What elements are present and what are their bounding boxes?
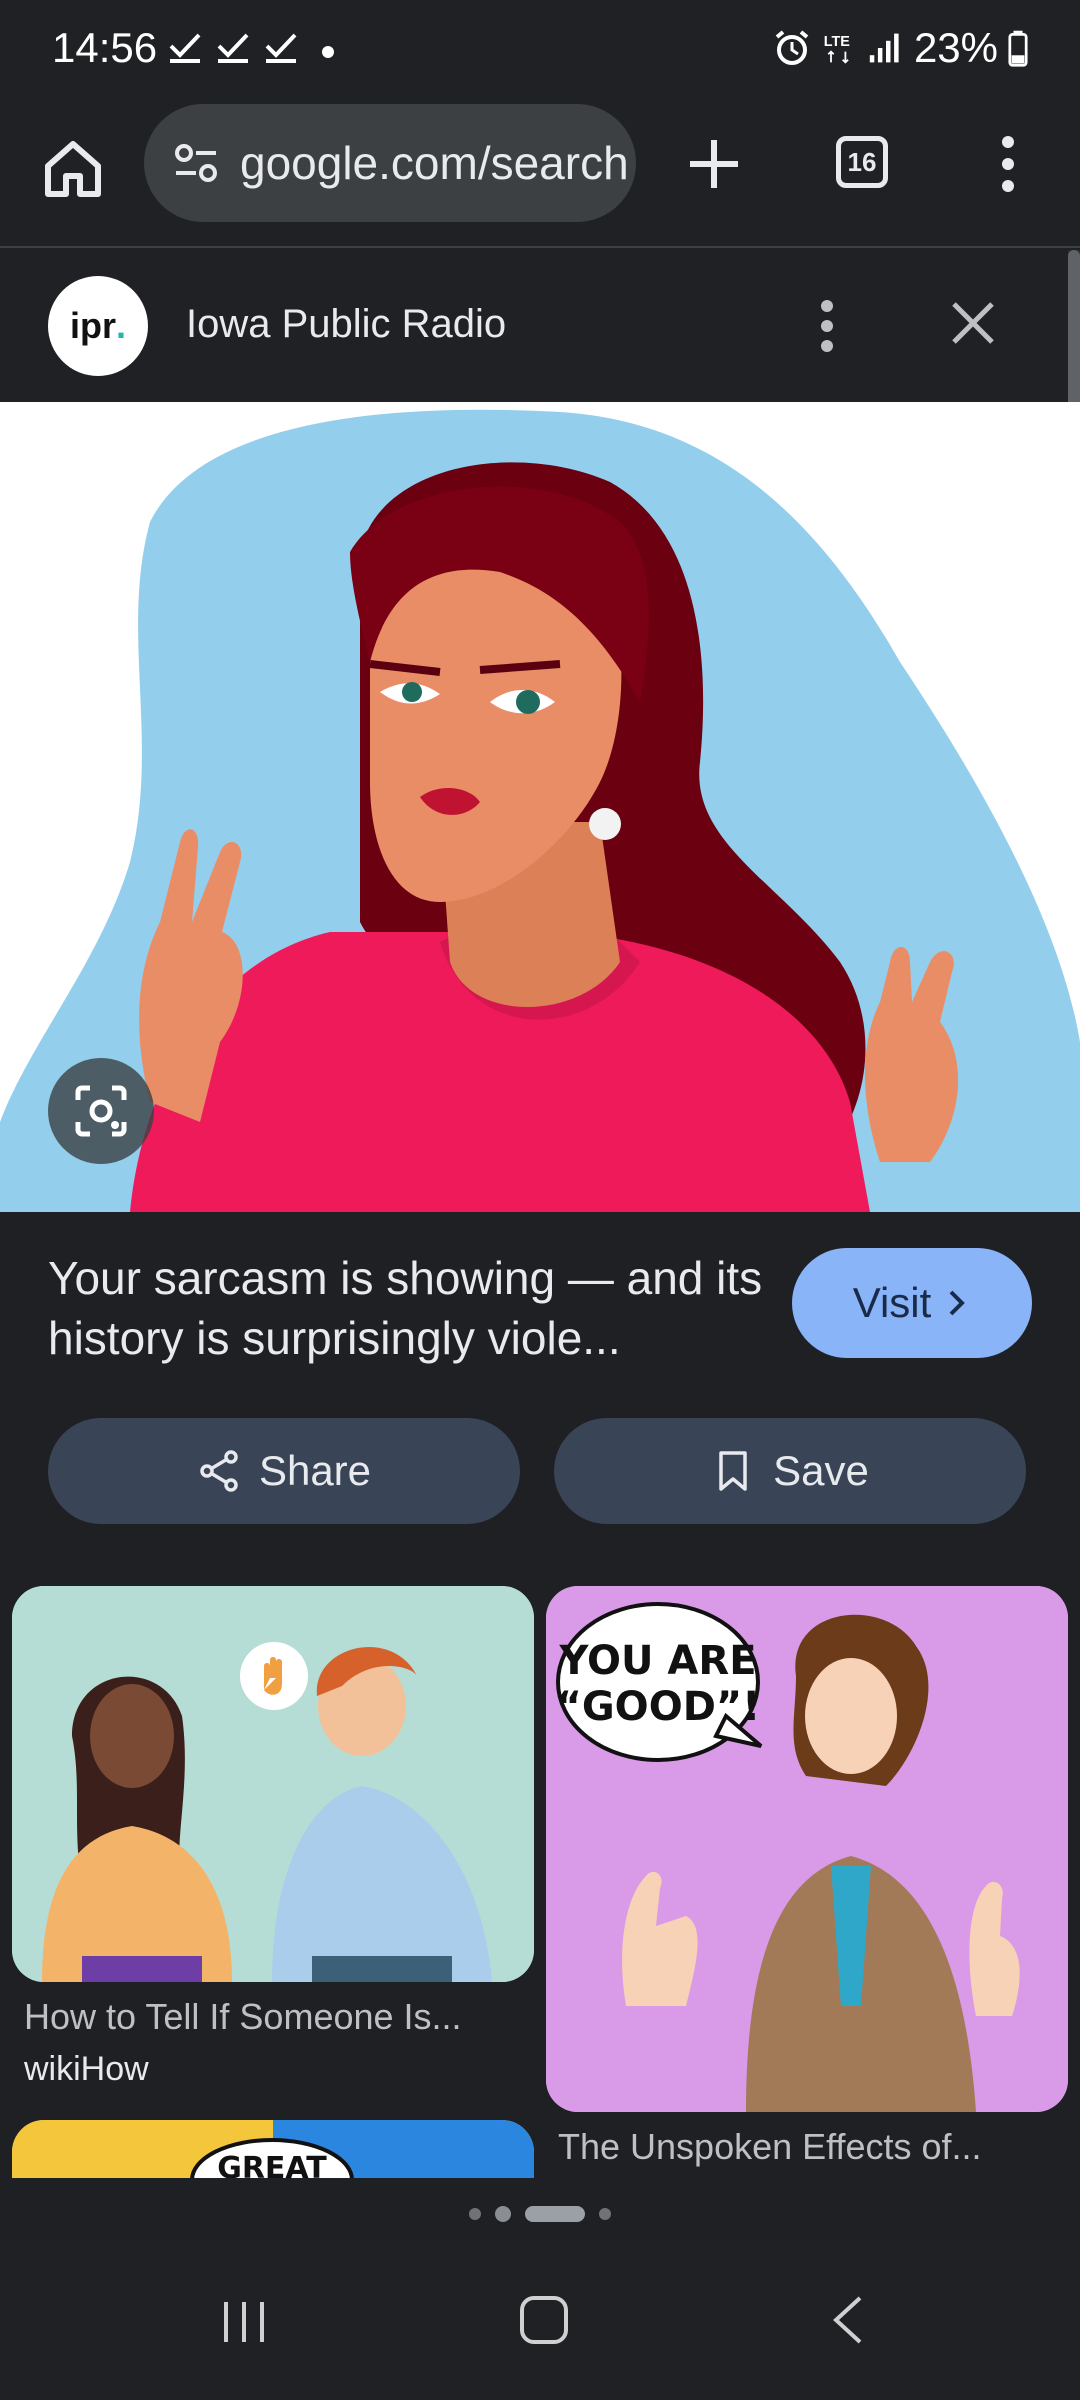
more-options-icon[interactable]	[990, 134, 1026, 194]
related-image-third[interactable]: GREAT	[12, 2120, 534, 2180]
lte-icon: LTE	[824, 34, 851, 64]
recent-apps-icon[interactable]	[220, 2298, 268, 2346]
status-bar: 14:56 LTE 23%	[0, 0, 1080, 100]
battery-percent: 23%	[913, 24, 998, 71]
visit-label: Visit	[852, 1279, 932, 1326]
save-label: Save	[773, 1447, 869, 1494]
google-lens-button[interactable]	[48, 1058, 154, 1164]
lens-icon	[75, 1085, 127, 1137]
visit-button[interactable]: Visit	[792, 1248, 1032, 1358]
bubble-text: GREAT	[217, 2151, 327, 2180]
battery-icon	[1008, 30, 1028, 67]
url-text: google.com/search	[240, 137, 629, 189]
check-notification-icon	[265, 33, 297, 63]
navigation-bar	[0, 2240, 1080, 2400]
page-dot	[469, 2208, 481, 2220]
tab-switcher-button[interactable]: 16	[836, 136, 888, 188]
related-source: wikiHow	[24, 2050, 149, 2088]
close-icon[interactable]	[946, 296, 1000, 350]
couple-illustration	[12, 1586, 534, 1982]
page-dot	[599, 2208, 611, 2220]
new-tab-icon[interactable]	[686, 136, 742, 192]
address-bar[interactable]: google.com/search	[144, 104, 636, 222]
check-notification-icon	[169, 33, 201, 63]
hero-image[interactable]	[0, 402, 1080, 1212]
tab-count: 16	[847, 146, 877, 177]
more-notifications-dot	[322, 46, 334, 58]
browser-toolbar: google.com/search 16	[0, 100, 1080, 248]
status-right: LTE 23%	[772, 24, 1028, 72]
site-info-icon[interactable]	[170, 137, 222, 189]
source-header: ipr. Iowa Public Radio	[0, 250, 1068, 402]
source-logo[interactable]: ipr.	[48, 276, 148, 376]
save-button[interactable]: Save	[554, 1418, 1026, 1524]
check-notification-icon	[217, 33, 249, 63]
logo-text: ipr	[69, 305, 116, 346]
sarcastic-woman-illustration	[0, 402, 1080, 1212]
result-caption[interactable]: Your sarcasm is showing — and its histor…	[48, 1248, 768, 1368]
logo-dot: .	[116, 305, 127, 346]
source-more-icon[interactable]	[812, 298, 842, 354]
page-dot-active	[525, 2206, 585, 2222]
related-title[interactable]: The Unspoken Effects of...	[558, 2126, 982, 2168]
related-image-popart[interactable]: YOU ARE “GOOD”!	[546, 1586, 1068, 2112]
related-title[interactable]: How to Tell If Someone Is...	[24, 1996, 462, 2038]
page-dot	[495, 2206, 511, 2222]
bubble-text-line2: “GOOD”!	[556, 1684, 761, 1730]
bubble-text-line1: YOU ARE	[558, 1638, 756, 1684]
signal-icon	[869, 33, 899, 63]
home-nav-icon[interactable]	[518, 2294, 570, 2346]
third-illustration: GREAT	[12, 2120, 534, 2180]
home-icon[interactable]	[40, 136, 106, 202]
share-icon	[200, 1450, 238, 1492]
status-time: 14:56	[52, 24, 158, 71]
bookmark-icon	[719, 1451, 747, 1491]
svg-text:LTE: LTE	[824, 34, 851, 50]
related-image-wikihow[interactable]	[12, 1586, 534, 1982]
share-label: Share	[258, 1447, 372, 1494]
alarm-icon	[775, 30, 809, 65]
chevron-right-icon	[949, 1290, 966, 1316]
popart-woman-illustration: YOU ARE “GOOD”!	[546, 1586, 1068, 2112]
page-indicator	[0, 2206, 1080, 2222]
back-icon[interactable]	[826, 2294, 870, 2346]
notification-icons	[168, 30, 298, 64]
share-button[interactable]: Share	[48, 1418, 520, 1524]
source-name[interactable]: Iowa Public Radio	[186, 302, 506, 347]
